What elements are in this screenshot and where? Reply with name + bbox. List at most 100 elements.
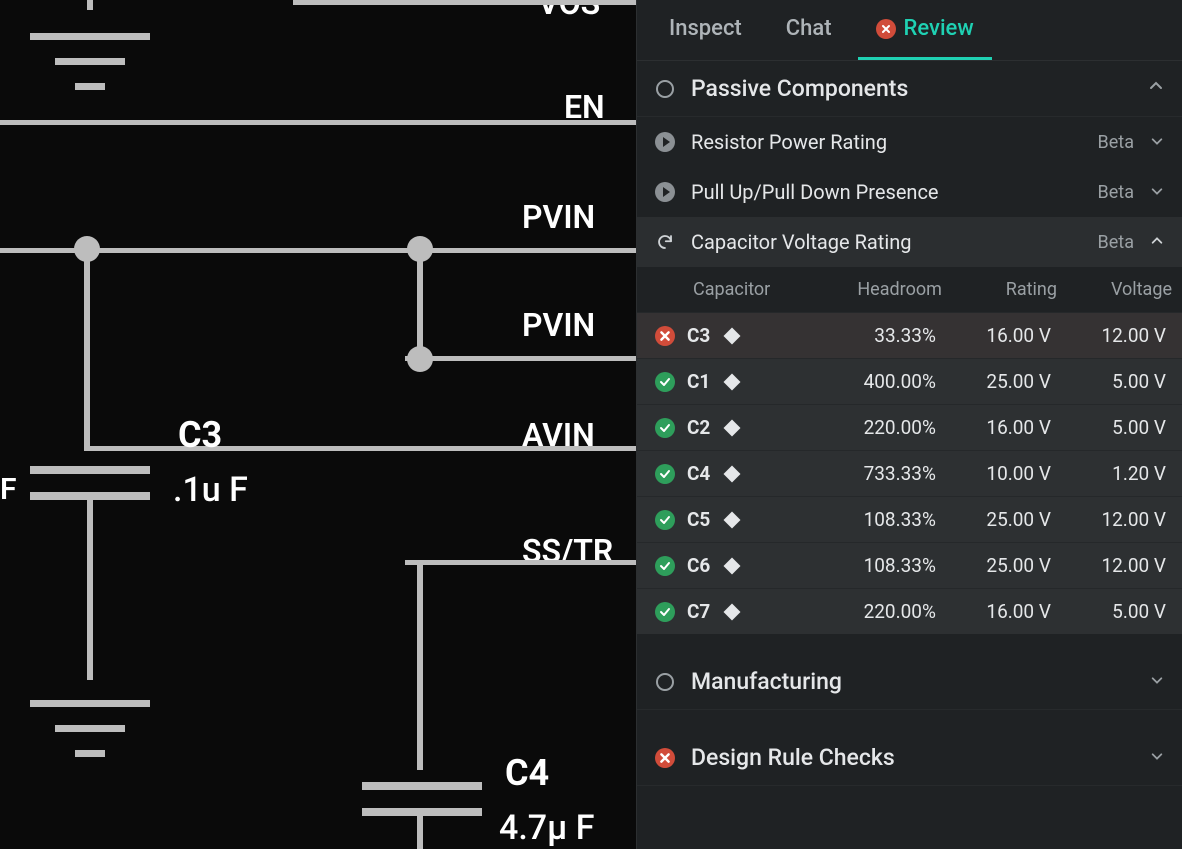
check-icon bbox=[655, 418, 675, 438]
capacitor-cell: C7 bbox=[637, 589, 819, 634]
headroom-cell: 33.33% bbox=[819, 313, 952, 359]
rule-resistor-power-rating[interactable]: Resistor Power Rating Beta bbox=[637, 117, 1182, 167]
status-empty-icon bbox=[655, 672, 675, 692]
headroom-cell: 400.00% bbox=[819, 359, 952, 405]
capacitor-name: C3 bbox=[687, 324, 710, 347]
section-title: Design Rule Checks bbox=[691, 744, 1134, 771]
capacitor-voltage-table: Capacitor Headroom Rating Voltage C3 33.3… bbox=[637, 267, 1182, 634]
table-row[interactable]: C333.33%16.00 V12.00 V bbox=[637, 313, 1182, 359]
capacitor-name: C4 bbox=[687, 462, 710, 485]
wire bbox=[405, 560, 636, 565]
gnd-bar bbox=[75, 83, 105, 90]
beta-badge: Beta bbox=[1098, 132, 1134, 153]
tab-review[interactable]: Review bbox=[858, 0, 992, 60]
cap-plate bbox=[30, 466, 150, 474]
capacitor-name: C1 bbox=[687, 370, 710, 393]
cap-plate bbox=[30, 492, 150, 500]
section-design-rule-checks[interactable]: Design Rule Checks bbox=[637, 730, 1182, 786]
check-icon bbox=[655, 602, 675, 622]
rule-label: Capacitor Voltage Rating bbox=[691, 230, 1082, 254]
wire bbox=[0, 120, 636, 125]
wire bbox=[293, 0, 636, 5]
voltage-cell: 5.00 V bbox=[1067, 405, 1182, 451]
capacitor-cell: C6 bbox=[637, 543, 819, 588]
voltage-cell: 12.00 V bbox=[1067, 313, 1182, 359]
voltage-cell: 5.00 V bbox=[1067, 589, 1182, 635]
chevron-down-icon bbox=[1150, 671, 1164, 692]
voltage-cell: 12.00 V bbox=[1067, 543, 1182, 589]
diamond-icon bbox=[724, 557, 741, 574]
headroom-cell: 220.00% bbox=[819, 405, 952, 451]
junction-dot bbox=[407, 346, 433, 372]
refresh-icon bbox=[655, 232, 675, 252]
rule-label: Pull Up/Pull Down Presence bbox=[691, 180, 1082, 204]
col-headroom[interactable]: Headroom bbox=[819, 267, 952, 313]
capacitor-cell: C3 bbox=[637, 313, 819, 358]
check-icon bbox=[655, 510, 675, 530]
wire bbox=[417, 248, 423, 360]
capacitor-name: C5 bbox=[687, 508, 710, 531]
wire bbox=[405, 356, 636, 361]
rule-capacitor-voltage-rating[interactable]: Capacitor Voltage Rating Beta bbox=[637, 217, 1182, 267]
cap-plate bbox=[362, 782, 482, 790]
c4-ref: C4 bbox=[505, 752, 549, 794]
voltage-cell: 12.00 V bbox=[1067, 497, 1182, 543]
section-passive-components[interactable]: Passive Components bbox=[637, 61, 1182, 117]
rule-label: Resistor Power Rating bbox=[691, 130, 1082, 154]
pin-pvin-1: PVIN bbox=[522, 198, 595, 236]
error-icon bbox=[655, 748, 675, 768]
table-row[interactable]: C1400.00%25.00 V5.00 V bbox=[637, 359, 1182, 405]
schematic-canvas[interactable]: VOS EN PVIN PVIN AVIN SS/TR C3 .1u F F C… bbox=[0, 0, 636, 849]
rule-pullup-pulldown[interactable]: Pull Up/Pull Down Presence Beta bbox=[637, 167, 1182, 217]
capacitor-name: C7 bbox=[687, 600, 710, 623]
gnd-bar bbox=[75, 750, 105, 757]
diamond-icon bbox=[724, 603, 741, 620]
capacitor-cell: C4 bbox=[637, 451, 819, 496]
col-rating[interactable]: Rating bbox=[952, 267, 1067, 313]
headroom-cell: 108.33% bbox=[819, 497, 952, 543]
table-row[interactable]: C2 220.00%16.00 V5.00 V bbox=[637, 405, 1182, 451]
table-row[interactable]: C6 108.33%25.00 V12.00 V bbox=[637, 543, 1182, 589]
tab-chat[interactable]: Chat bbox=[768, 0, 850, 60]
rating-cell: 25.00 V bbox=[952, 543, 1067, 589]
voltage-cell: 5.00 V bbox=[1067, 359, 1182, 405]
c3-ref: C3 bbox=[178, 414, 222, 456]
pin-pvin-2: PVIN bbox=[522, 306, 595, 344]
chevron-up-icon bbox=[1148, 78, 1164, 99]
tab-review-label: Review bbox=[904, 16, 974, 41]
capacitor-name: C6 bbox=[687, 554, 710, 577]
table-row[interactable]: C7 220.00%16.00 V5.00 V bbox=[637, 589, 1182, 635]
rating-cell: 25.00 V bbox=[952, 497, 1067, 543]
gnd-bar bbox=[30, 33, 150, 40]
check-icon bbox=[655, 372, 675, 392]
diamond-icon bbox=[724, 373, 741, 390]
junction-dot bbox=[74, 236, 100, 262]
table-header-row: Capacitor Headroom Rating Voltage bbox=[637, 267, 1182, 313]
rating-cell: 16.00 V bbox=[952, 405, 1067, 451]
table-row[interactable]: C5 108.33%25.00 V12.00 V bbox=[637, 497, 1182, 543]
section-manufacturing[interactable]: Manufacturing bbox=[637, 654, 1182, 710]
headroom-cell: 733.33% bbox=[819, 451, 952, 497]
play-icon bbox=[655, 182, 675, 202]
rating-cell: 10.00 V bbox=[952, 451, 1067, 497]
table-row[interactable]: C4733.33%10.00 V1.20 V bbox=[637, 451, 1182, 497]
gnd-bar bbox=[30, 700, 150, 707]
error-icon bbox=[655, 326, 675, 346]
wire bbox=[87, 0, 93, 10]
headroom-cell: 220.00% bbox=[819, 589, 952, 635]
diamond-icon bbox=[724, 465, 741, 482]
unit-f: F bbox=[0, 472, 17, 507]
cap-plate bbox=[362, 808, 482, 816]
col-capacitor[interactable]: Capacitor bbox=[637, 267, 819, 313]
wire bbox=[87, 500, 93, 680]
capacitor-cell: C2 bbox=[637, 405, 819, 450]
wire bbox=[417, 560, 423, 770]
diamond-icon bbox=[724, 327, 741, 344]
rating-cell: 16.00 V bbox=[952, 589, 1067, 635]
tab-inspect[interactable]: Inspect bbox=[651, 0, 760, 60]
headroom-cell: 108.33% bbox=[819, 543, 952, 589]
check-icon bbox=[655, 464, 675, 484]
capacitor-name: C2 bbox=[687, 416, 710, 439]
col-voltage[interactable]: Voltage bbox=[1067, 267, 1182, 313]
error-icon bbox=[876, 19, 896, 39]
